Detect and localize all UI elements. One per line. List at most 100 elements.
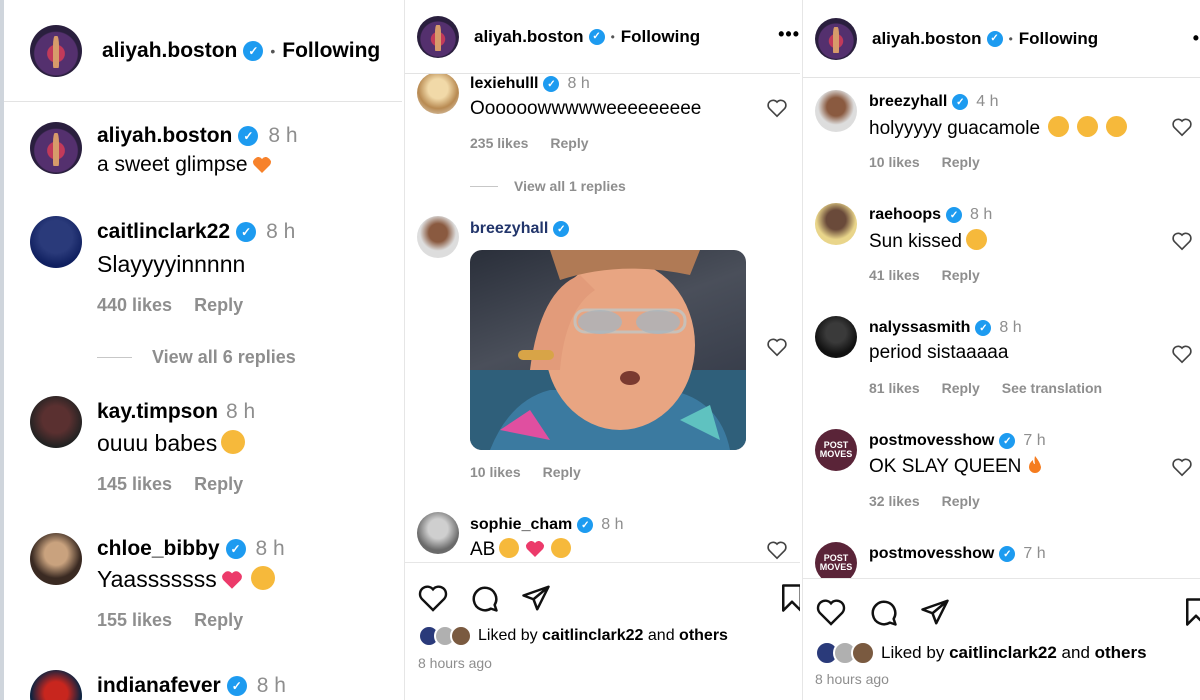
heart-icon[interactable] [766, 98, 788, 118]
comment-username[interactable]: aliyah.boston [97, 124, 232, 148]
avatar[interactable] [30, 533, 82, 585]
view-replies-label[interactable]: View all 6 replies [152, 347, 296, 368]
heart-icon[interactable] [815, 597, 847, 627]
orange-heart-icon [252, 157, 271, 173]
divider [97, 357, 132, 358]
heart-icon[interactable] [1171, 231, 1193, 251]
header-username[interactable]: aliyah.boston [474, 27, 584, 47]
more-icon[interactable]: ••• [778, 24, 800, 45]
view-replies-link[interactable]: View all 1 replies [470, 178, 626, 194]
separator-dot: • [610, 29, 615, 44]
heart-icon[interactable] [1171, 117, 1193, 137]
comment-username[interactable]: kay.timpson [97, 400, 218, 424]
verified-icon: ✓ [243, 40, 264, 61]
header-username[interactable]: aliyah.boston [872, 29, 982, 49]
liked-by[interactable]: Liked by caitlinclark22 and others [418, 625, 728, 647]
gif-image[interactable] [470, 250, 746, 450]
heart-icon[interactable] [417, 583, 449, 613]
comment-text: period sistaaaaa [869, 342, 1009, 363]
reply-button[interactable]: Reply [942, 493, 980, 509]
avatar[interactable] [815, 90, 857, 132]
comment-icon[interactable] [868, 597, 898, 627]
heart-icon[interactable] [1171, 457, 1193, 477]
comment-username[interactable]: postmovesshow [869, 432, 994, 450]
comment-text-content: holyyyyy guacamole [869, 118, 1041, 139]
comment-time: 8 h [268, 124, 298, 147]
liked-by-others[interactable]: others [679, 627, 728, 645]
avatar[interactable] [30, 670, 82, 700]
avatar[interactable] [30, 24, 82, 77]
reply-button[interactable]: Reply [194, 295, 243, 315]
view-replies-label[interactable]: View all 1 replies [514, 178, 626, 194]
reply-button[interactable]: Reply [942, 380, 980, 396]
view-replies-link[interactable]: View all 6 replies [97, 347, 296, 368]
relieved-face-icon [499, 538, 520, 558]
likes-count[interactable]: 32 likes [869, 493, 920, 509]
liked-by-user[interactable]: caitlinclark22 [949, 643, 1057, 663]
post-header: aliyah.boston ✓ • Following ••• [405, 0, 800, 74]
liked-by-others[interactable]: others [1095, 643, 1147, 663]
likes-count[interactable]: 41 likes [869, 267, 920, 283]
comment-username[interactable]: indianafever [97, 674, 221, 698]
avatar[interactable]: POST MOVES [815, 429, 857, 471]
avatar[interactable] [417, 512, 459, 554]
comment-username[interactable]: sophie_cham [470, 516, 572, 534]
header-username[interactable]: aliyah.boston [102, 39, 237, 63]
avatar[interactable] [30, 216, 82, 268]
likes-count[interactable]: 235 likes [470, 135, 528, 151]
heart-icon[interactable] [1171, 344, 1193, 364]
comment-username[interactable]: chloe_bibby [97, 537, 220, 561]
liked-by[interactable]: Liked by caitlinclark22 and others [815, 641, 1147, 665]
following-button[interactable]: Following [1019, 29, 1098, 49]
reply-button[interactable]: Reply [194, 610, 243, 630]
share-icon[interactable] [920, 597, 950, 627]
likes-count[interactable]: 81 likes [869, 380, 920, 396]
comment-username[interactable]: postmovesshow [869, 545, 994, 563]
avatar[interactable] [30, 396, 82, 448]
likes-count[interactable]: 10 likes [869, 154, 920, 170]
comment-username[interactable]: caitlinclark22 [97, 220, 230, 244]
verified-icon: ✓ [952, 94, 969, 110]
reply-button[interactable]: Reply [942, 267, 980, 283]
likes-count[interactable]: 10 likes [470, 464, 521, 480]
heart-eyes-face-icon [551, 538, 572, 558]
avatar [450, 625, 472, 647]
comment-text-content: OK SLAY QUEEN [869, 456, 1022, 477]
following-button[interactable]: Following [282, 39, 380, 63]
more-icon[interactable]: • [1193, 28, 1200, 49]
bookmark-icon[interactable] [1183, 597, 1200, 627]
avatar[interactable] [417, 216, 459, 258]
comment-time: 8 h [266, 220, 296, 243]
reply-button[interactable]: Reply [550, 135, 588, 151]
avatar[interactable] [815, 316, 857, 358]
liked-by-and: and [643, 627, 680, 644]
reply-button[interactable]: Reply [543, 464, 581, 480]
heart-icon[interactable] [766, 337, 788, 357]
likes-count[interactable]: 155 likes [97, 610, 172, 630]
comment-time: 8 h [225, 400, 256, 423]
likes-count[interactable]: 440 likes [97, 295, 172, 315]
comment-username[interactable]: nalyssasmith [869, 319, 970, 337]
avatar[interactable] [815, 203, 857, 245]
comment-username[interactable]: raehoops [869, 206, 941, 224]
see-translation-link[interactable]: See translation [1002, 380, 1102, 396]
comment-time: 7 h [1023, 545, 1046, 562]
share-icon[interactable] [521, 583, 551, 613]
bookmark-icon[interactable] [779, 583, 800, 613]
comment-username[interactable]: lexiehulll [470, 75, 538, 93]
heart-icon[interactable] [766, 540, 788, 560]
comment-username[interactable]: breezyhall [869, 93, 947, 111]
avatar[interactable] [417, 15, 459, 58]
avatar[interactable] [815, 17, 857, 60]
reply-button[interactable]: Reply [194, 474, 243, 494]
comment-username[interactable]: breezyhall [470, 220, 548, 238]
avatar[interactable] [417, 72, 459, 114]
liked-by-prefix: Liked by [478, 627, 538, 644]
reply-button[interactable]: Reply [942, 154, 980, 170]
following-button[interactable]: Following [621, 27, 700, 47]
likes-count[interactable]: 145 likes [97, 474, 172, 494]
avatar[interactable] [30, 122, 82, 174]
sunglasses-face-icon [250, 566, 275, 590]
liked-by-user[interactable]: caitlinclark22 [542, 627, 643, 645]
comment-icon[interactable] [469, 583, 499, 613]
